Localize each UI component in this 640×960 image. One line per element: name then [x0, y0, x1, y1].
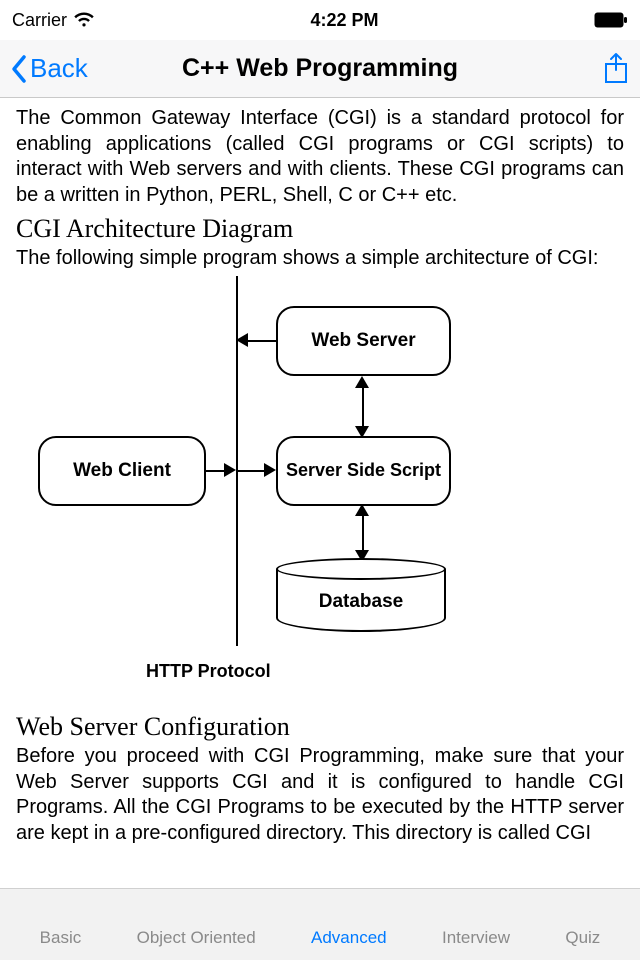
http-protocol-label: HTTP Protocol [146, 661, 271, 682]
wifi-icon [73, 12, 95, 28]
clock: 4:22 PM [310, 10, 378, 31]
tab-bar: Basic Object Oriented Advanced Interview… [0, 888, 640, 960]
content-area[interactable]: The Common Gateway Interface (CGI) is a … [0, 98, 640, 888]
config-text: Before you proceed with CGI Programming,… [16, 744, 624, 846]
nav-bar: Back C++ Web Programming [0, 40, 640, 98]
tab-interview[interactable]: Interview [442, 928, 510, 948]
back-button[interactable]: Back [10, 53, 88, 84]
tab-object-oriented[interactable]: Object Oriented [137, 928, 256, 948]
status-right [594, 12, 628, 28]
back-label: Back [30, 53, 88, 84]
status-left: Carrier [12, 10, 95, 31]
tab-quiz[interactable]: Quiz [565, 928, 600, 948]
share-icon [602, 52, 630, 86]
share-button[interactable] [602, 52, 630, 86]
diagram-node-webclient: Web Client [38, 436, 206, 506]
architecture-text: The following simple program shows a sim… [16, 246, 624, 272]
diagram-node-database: Database [276, 558, 446, 632]
page-title: C++ Web Programming [0, 54, 640, 83]
status-bar: Carrier 4:22 PM [0, 0, 640, 40]
diagram-node-serverscript: Server Side Script [276, 436, 451, 506]
tab-basic[interactable]: Basic [40, 928, 82, 948]
tab-advanced[interactable]: Advanced [311, 928, 387, 948]
config-heading: Web Server Configuration [16, 712, 624, 742]
architecture-heading: CGI Architecture Diagram [16, 214, 624, 244]
intro-paragraph: The Common Gateway Interface (CGI) is a … [16, 106, 624, 208]
battery-icon [594, 12, 628, 28]
chevron-left-icon [10, 54, 28, 84]
diagram-node-webserver: Web Server [276, 306, 451, 376]
carrier-label: Carrier [12, 10, 67, 31]
http-protocol-line [236, 276, 238, 646]
cgi-architecture-diagram: Web Server Web Client Server Side Script… [16, 276, 624, 706]
